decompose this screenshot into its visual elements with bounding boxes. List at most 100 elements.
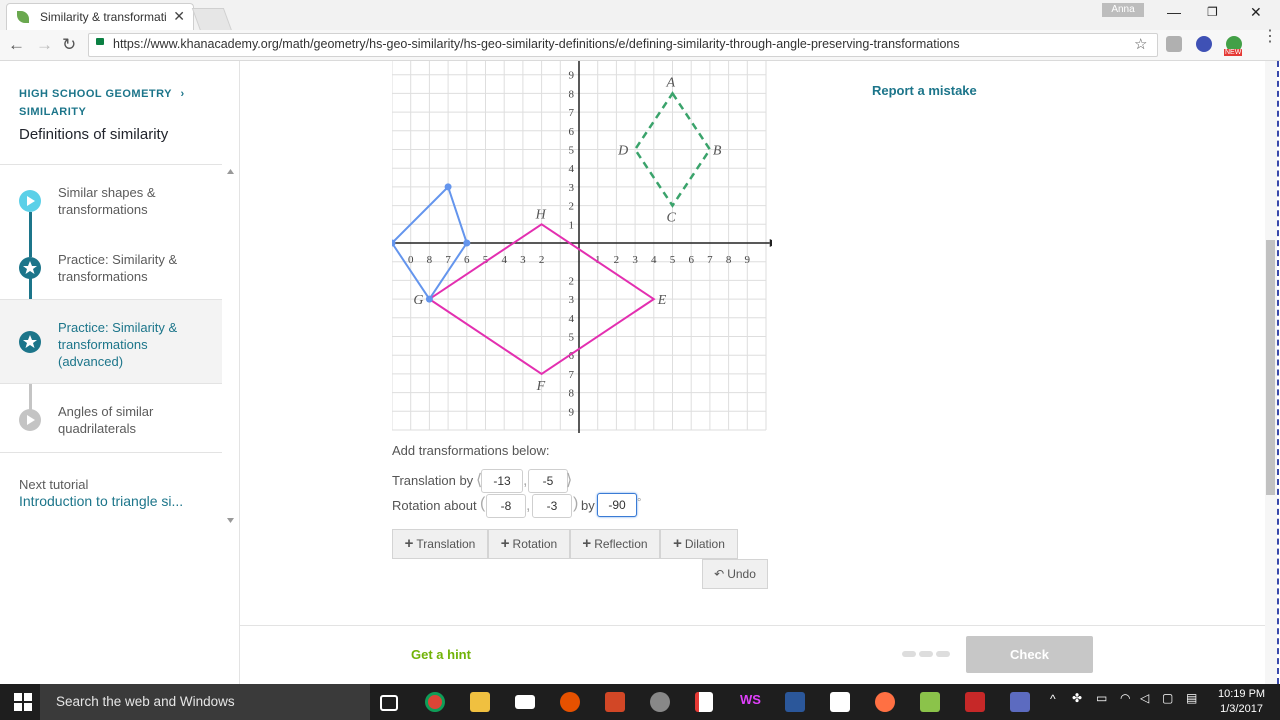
y-tick-label: 3 [569,182,575,194]
volume-icon[interactable]: ◁ [1140,691,1149,705]
point-label-h: H [535,207,547,222]
pdf-icon[interactable] [695,692,713,712]
plus-icon: + [404,535,414,552]
translation-x-input[interactable]: -13 [481,469,523,493]
taskbar-clock[interactable]: 10:19 PM 1/3/2017 [1218,687,1265,717]
get-hint-link[interactable]: Get a hint [411,647,471,662]
khan-leaf-icon [17,11,29,23]
add-reflection-button[interactable]: + Reflection [570,529,660,559]
sidebar-item-label: Similar shapes & transformations [58,185,156,217]
tray-icon[interactable]: ✤ [1072,691,1082,705]
next-tutorial-link[interactable]: Introduction to triangle si... [19,493,183,509]
sidebar-scrollbar[interactable] [224,166,237,526]
paint-icon[interactable] [875,692,895,712]
add-translation-button[interactable]: + Translation [392,529,488,559]
button-label: Undo [727,567,756,581]
x-tick-label: 3 [520,254,526,266]
acrobat-icon[interactable] [965,692,985,712]
restore-icon[interactable]: ❐ [1207,5,1218,19]
y-tick-label: 2 [569,201,575,213]
report-mistake-link[interactable]: Report a mistake [872,83,977,98]
translation-y-input[interactable]: -5 [528,469,568,493]
rotation-by-label: by [581,498,595,513]
keyboard-icon[interactable]: ▤ [1186,691,1197,705]
windows-start-icon[interactable] [14,693,32,711]
minimize-icon[interactable]: — [1167,4,1181,20]
x-tick-label: 9 [745,254,751,266]
folder-icon[interactable] [920,692,940,712]
y-tick-label: 5 [569,145,575,157]
browser-menu-icon[interactable]: ⋮ [1262,29,1278,45]
calculator-icon[interactable] [830,692,850,712]
x-tick-label: 8 [427,254,433,266]
file-explorer-icon[interactable] [470,692,490,712]
coordinate-plane[interactable]: 0 8 7 6 5 4 3 2 1 2 3 4 5 6 7 8 998765432123456789 ABCDH… [392,61,772,433]
reload-icon[interactable]: ↻ [62,35,76,55]
add-rotation-button[interactable]: + Rotation [488,529,570,559]
rotation-label: Rotation about [392,498,477,513]
sidebar-item-label: Angles of similar quadrilaterals [58,404,154,436]
selection-border-right [1277,61,1279,684]
app-icon[interactable] [650,692,670,712]
y-tick-label: 7 [569,369,575,381]
sidebar-item-practice-advanced[interactable]: Practice: Similarity & transformations (… [0,300,222,383]
taskbar-search-placeholder[interactable]: Search the web and Windows [56,694,235,709]
rotation-angle-input[interactable]: -90 [597,493,637,517]
browser-tab-active[interactable]: Similarity & transformati ✕ [6,3,194,31]
tab-close-icon[interactable]: ✕ [173,8,185,25]
x-tick-label: 4 [651,254,657,266]
sidebar-item-angles-quadrilaterals[interactable]: Angles of similar quadrilaterals [0,396,222,452]
y-tick-label: 3 [569,294,575,306]
y-tick-label: 4 [569,163,575,175]
comma-separator: , [523,472,528,489]
point-label-f: F [536,379,546,394]
x-tick-label: 4 [501,254,507,266]
mail-icon[interactable] [515,695,535,709]
powerpoint-icon[interactable] [605,692,625,712]
sidebar-item-similar-shapes[interactable]: Similar shapes & transformations [0,177,222,233]
y-tick-label: 7 [569,107,575,119]
ccleaner-icon[interactable] [560,692,580,712]
breadcrumb-chevron-icon: › [180,88,185,100]
page-scrollbar-thumb[interactable] [1266,240,1275,495]
x-tick-label: 5 [670,254,676,266]
extension-compass-icon[interactable] [1196,36,1212,52]
app-icon[interactable] [1010,692,1030,712]
profile-badge[interactable]: Anna [1102,3,1144,17]
system-tray-chevron-icon[interactable]: ^ [1050,692,1056,706]
word-icon[interactable] [785,692,805,712]
rotation-center-x-input[interactable]: -8 [486,494,526,518]
task-view-icon[interactable] [380,695,398,711]
extension-dropbox-icon[interactable] [1166,36,1182,52]
rotation-center-y-input[interactable]: -3 [532,494,572,518]
y-tick-label: 1 [569,219,575,231]
chrome-icon[interactable] [425,692,445,712]
graph-point-labels: A B C D H E F G [413,75,722,394]
add-dilation-button[interactable]: + Dilation [660,529,738,559]
ws-app-icon[interactable]: WS [740,692,764,712]
button-label: Dilation [684,537,725,551]
sidebar-divider [0,164,222,165]
url-text[interactable]: https://www.khanacademy.org/math/geometr… [113,37,960,51]
wifi-icon[interactable]: ◠ [1120,691,1130,705]
bookmark-star-icon[interactable]: ☆ [1134,35,1147,53]
breadcrumb-course[interactable]: HIGH SCHOOL GEOMETRY [19,88,172,100]
breadcrumb-unit[interactable]: SIMILARITY [19,106,86,118]
degree-symbol: ° [637,497,642,509]
back-icon[interactable]: ← [8,35,25,55]
forward-icon[interactable]: → [36,35,53,55]
battery-icon[interactable]: ▭ [1096,691,1107,705]
breadcrumb: HIGH SCHOOL GEOMETRY › SIMILARITY [19,84,185,120]
point-label-d: D [617,144,628,159]
close-window-icon[interactable]: ✕ [1250,4,1262,21]
check-answer-button[interactable]: Check [966,636,1093,673]
notification-icon[interactable]: ▢ [1162,691,1173,705]
point-label-a: A [666,75,676,90]
undo-button[interactable]: ↶ Undo [702,559,768,589]
exercise-footer [240,625,1265,685]
clock-time: 10:19 PM [1218,688,1266,700]
sidebar-item-practice-similarity[interactable]: Practice: Similarity & transformations [0,244,222,300]
button-label: Reflection [594,537,648,551]
tab-title: Similarity & transformati [40,10,167,24]
y-tick-label: 5 [569,332,575,344]
